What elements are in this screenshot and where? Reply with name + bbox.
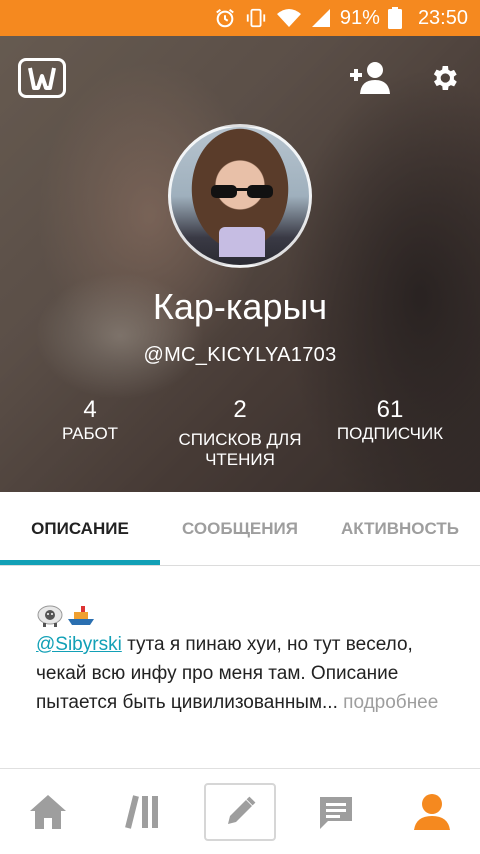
ship-emoji-icon (68, 606, 94, 625)
username: @MC_KICYLYA1703 (143, 344, 337, 366)
tab-description[interactable]: ОПИСАНИЕ (0, 492, 160, 566)
pencil-icon (228, 796, 256, 824)
nav-library-button[interactable] (108, 783, 180, 841)
stat-followers-count: 61 (376, 396, 404, 423)
stat-followers[interactable]: 61 ПОДПИСЧИК (330, 396, 450, 444)
profile-icon (414, 794, 450, 830)
mention-link[interactable]: @Sibyrski (36, 634, 122, 655)
stat-works[interactable]: 4 РАБОТ (50, 396, 130, 444)
alarm-icon (216, 8, 234, 28)
add-person-icon (350, 62, 390, 94)
gear-icon (433, 66, 457, 90)
display-name: Кар-карыч (152, 286, 328, 327)
active-tab-indicator (0, 560, 160, 565)
stat-works-count: 4 (83, 396, 97, 423)
nav-write-button[interactable] (204, 783, 276, 841)
description-text: @Sibyrski тута я пинаю хуи, но тут весел… (36, 630, 446, 717)
clock: 23:50 (417, 6, 468, 29)
tab-messages[interactable]: СООБЩЕНИЯ (160, 492, 320, 566)
avatar-glasses (211, 185, 273, 198)
profile-tabs: ОПИСАНИЕ СООБЩЕНИЯ АКТИВНОСТЬ (0, 492, 480, 566)
sheep-emoji-icon (37, 605, 63, 627)
stat-reading-lists[interactable]: 2 СПИСКОВ ДЛЯ ЧТЕНИЯ (170, 396, 310, 470)
settings-button[interactable] (428, 62, 460, 99)
bottom-navigation (0, 768, 480, 854)
nav-home-button[interactable] (12, 783, 84, 841)
chat-icon (320, 797, 352, 829)
profile-header: Кар-карыч @MC_KICYLYA1703 4 РАБОТ 2 СПИС… (0, 36, 480, 492)
stat-followers-label: ПОДПИСЧИК (336, 424, 444, 443)
signal-icon (311, 9, 330, 27)
vibrate-icon (246, 8, 266, 28)
stat-reading-lists-label: СПИСКОВ ДЛЯ ЧТЕНИЯ (178, 430, 302, 469)
status-bar: 91% 23:50 (0, 0, 480, 36)
battery-icon (387, 7, 402, 29)
stat-works-label: РАБОТ (61, 424, 119, 443)
wattpad-logo-icon[interactable] (18, 58, 66, 98)
nav-messages-button[interactable] (300, 783, 372, 841)
battery-percent: 91% (339, 6, 380, 29)
nav-profile-button[interactable] (396, 783, 468, 841)
stat-reading-lists-count: 2 (233, 396, 247, 423)
profile-description: @Sibyrski тута я пинаю хуи, но тут весел… (36, 600, 446, 717)
emoji-row (36, 600, 446, 630)
avatar-collar (219, 227, 265, 257)
avatar[interactable] (168, 124, 312, 268)
home-icon (30, 795, 66, 829)
tab-activity[interactable]: АКТИВНОСТЬ (320, 492, 480, 566)
library-icon (125, 795, 158, 829)
follow-user-button[interactable] (348, 60, 390, 101)
read-more-link[interactable]: подробнее (338, 692, 438, 713)
wifi-icon (276, 9, 301, 27)
